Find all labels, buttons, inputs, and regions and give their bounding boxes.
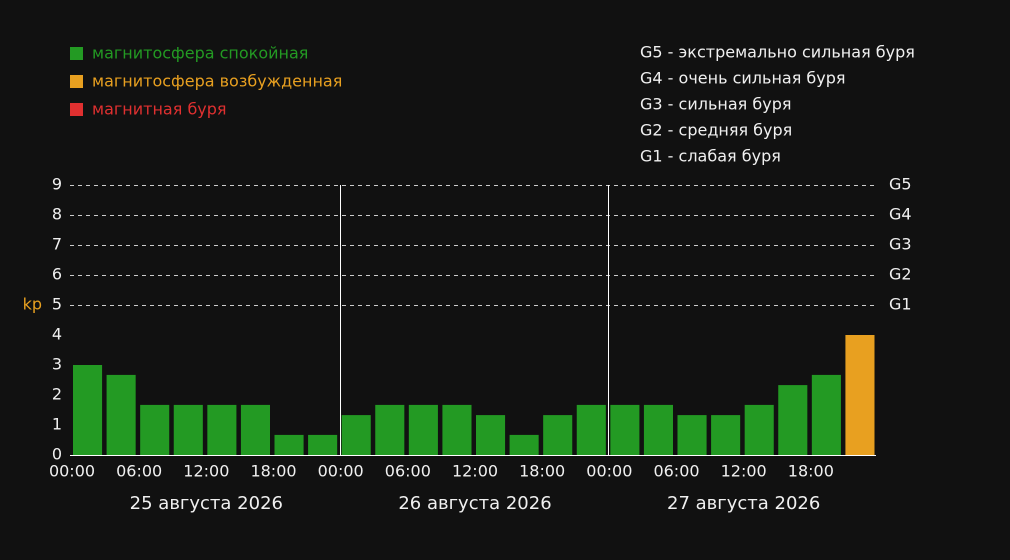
scale-legend-item: G2 - средняя буря — [640, 121, 792, 140]
g-level-label-g2: G2 — [889, 265, 912, 284]
kp-index-chart: магнитосфера спокойная магнитосфера возбу… — [23, 43, 915, 515]
y-tick-label: 4 — [52, 325, 62, 344]
y-tick-label: 3 — [52, 355, 62, 374]
scale-legend-item: G3 - сильная буря — [640, 95, 791, 114]
x-tick-label: 06:00 — [653, 462, 699, 481]
bar — [106, 374, 136, 455]
bars — [73, 335, 875, 455]
x-tick-label: 00:00 — [586, 462, 632, 481]
bar — [274, 434, 304, 455]
x-tick-label: 06:00 — [116, 462, 162, 481]
legend-swatch-active — [70, 75, 83, 88]
bar — [240, 404, 270, 455]
x-tick-label: 18:00 — [519, 462, 565, 481]
bar — [610, 404, 640, 455]
bar — [845, 335, 875, 455]
bar — [442, 404, 472, 455]
bar — [173, 404, 203, 455]
g-level-labels: G1 G2 G3 G4 G5 — [889, 175, 912, 314]
x-tick-label: 12:00 — [721, 462, 767, 481]
y-axis: 0123456789kp — [23, 175, 62, 464]
x-tick-label: 18:00 — [250, 462, 296, 481]
day-label: 27 августа 2026 — [667, 493, 820, 514]
legend-label-quiet: магнитосфера спокойная — [92, 44, 308, 63]
x-tick-label: 18:00 — [788, 462, 834, 481]
bar — [711, 415, 741, 455]
bar — [375, 404, 405, 455]
y-tick-label: 9 — [52, 175, 62, 194]
bar — [811, 374, 841, 455]
bar — [140, 404, 170, 455]
y-tick-label: 5 — [52, 295, 62, 314]
legend-swatch-storm — [70, 103, 83, 116]
x-tick-label: 06:00 — [385, 462, 431, 481]
x-tick-label: 12:00 — [183, 462, 229, 481]
scale-legend: G5 - экстремально сильная буря G4 - очень… — [640, 43, 915, 166]
bar — [744, 404, 774, 455]
g-level-label-g4: G4 — [889, 205, 912, 224]
scale-legend-item: G1 - слабая буря — [640, 147, 781, 166]
g-level-label-g1: G1 — [889, 295, 912, 314]
legend-label-active: магнитосфера возбужденная — [92, 72, 342, 91]
bar — [543, 415, 573, 455]
bar — [677, 415, 707, 455]
bar — [341, 415, 371, 455]
scale-legend-item: G4 - очень сильная буря — [640, 69, 846, 88]
x-axis: 00:00 06:00 12:00 18:00 00:00 06:00 12:00 18:00… — [49, 455, 876, 481]
y-tick-label: 8 — [52, 205, 62, 224]
bar — [73, 365, 103, 455]
bar — [643, 404, 673, 455]
x-tick-label: 00:00 — [318, 462, 364, 481]
bar — [408, 404, 438, 455]
bar — [476, 415, 506, 455]
g-level-label-g5: G5 — [889, 175, 912, 194]
grid-lines — [70, 185, 876, 306]
scale-legend-item: G5 - экстремально сильная буря — [640, 43, 915, 62]
y-tick-label: 6 — [52, 265, 62, 284]
day-labels: 25 августа 2026 26 августа 2026 27 августа… — [130, 493, 821, 514]
legend-label-storm: магнитная буря — [92, 100, 227, 119]
g-level-label-g3: G3 — [889, 235, 912, 254]
bar — [576, 404, 606, 455]
legend: магнитосфера спокойная магнитосфера возбу… — [70, 44, 342, 119]
day-label: 25 августа 2026 — [130, 493, 283, 514]
day-label: 26 августа 2026 — [398, 493, 551, 514]
legend-swatch-quiet — [70, 47, 83, 60]
bar — [207, 404, 237, 455]
y-tick-label: 7 — [52, 235, 62, 254]
x-tick-label: 12:00 — [452, 462, 498, 481]
y-tick-label: 2 — [52, 385, 62, 404]
bar — [509, 434, 539, 455]
bar — [308, 434, 338, 455]
y-axis-label: kp — [23, 295, 42, 314]
bar — [778, 385, 808, 455]
x-tick-label: 00:00 — [49, 462, 95, 481]
y-tick-label: 1 — [52, 415, 62, 434]
